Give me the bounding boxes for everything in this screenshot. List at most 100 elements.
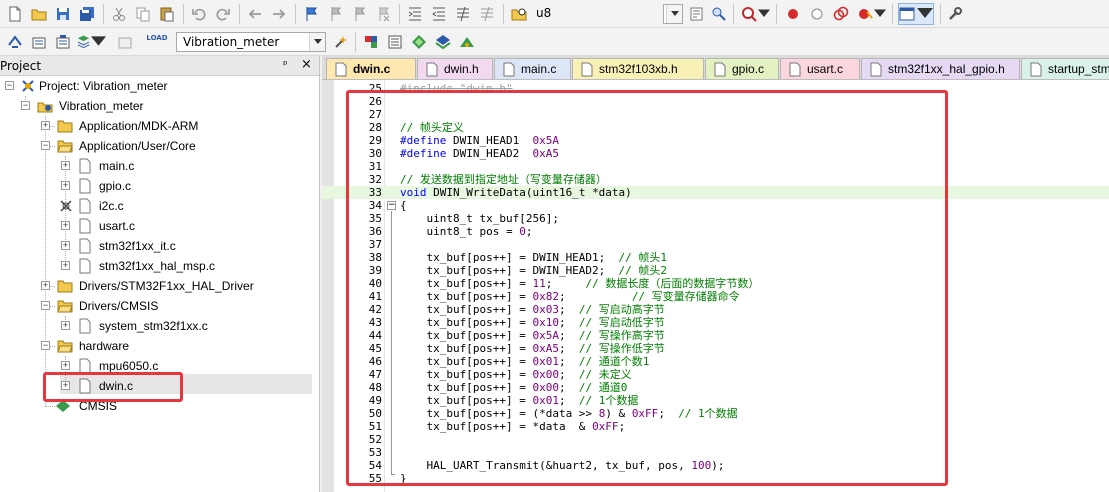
tree-component-cmsis[interactable]: CMSIS	[0, 396, 320, 416]
expand-icon[interactable]: +	[61, 261, 70, 270]
fold-collapse-icon[interactable]: −	[387, 201, 396, 210]
expand-icon[interactable]: +	[61, 241, 70, 250]
find-replace-icon[interactable]	[708, 3, 730, 25]
debug-session-icon[interactable]	[738, 3, 760, 25]
code-editor[interactable]: 25 #include "dwin.h" 26 27 28 // 帧头定义 29 #defin…	[322, 80, 1109, 492]
expand-icon[interactable]: +	[61, 361, 70, 370]
window-layout-icon[interactable]	[898, 3, 934, 25]
code-line[interactable]: 45 tx_buf[pos++] = 0xA5; // 写操作低字节	[322, 342, 1109, 355]
expand-icon[interactable]: +	[61, 161, 70, 170]
code-line[interactable]: 28 // 帧头定义	[322, 121, 1109, 134]
code-line[interactable]: 55}	[322, 472, 1109, 485]
find-in-files-icon[interactable]	[508, 3, 530, 25]
tree-group-hardware[interactable]: − hardware	[0, 336, 320, 356]
tab-usart-c[interactable]: usart.c	[780, 58, 860, 79]
copy-icon[interactable]	[132, 3, 154, 25]
run-time-environment-icon[interactable]	[456, 31, 478, 53]
tab-startup-stm32f10[interactable]: startup_stm32f10	[1021, 58, 1109, 79]
translate-icon[interactable]	[4, 31, 26, 53]
collapse-icon[interactable]: −	[41, 341, 50, 350]
stop-build-icon[interactable]	[114, 31, 136, 53]
code-line[interactable]: 53	[322, 446, 1109, 459]
code-line[interactable]: 30 #define DWIN_HEAD2 0xA5	[322, 147, 1109, 160]
breakpoint-dropdown-icon[interactable]	[874, 3, 886, 25]
select-packs-icon[interactable]	[408, 31, 430, 53]
open-folder-icon[interactable]	[28, 3, 50, 25]
options-for-target-icon[interactable]	[330, 31, 352, 53]
new-file-icon[interactable]	[4, 3, 26, 25]
undo-icon[interactable]	[188, 3, 210, 25]
code-line[interactable]: 25 #include "dwin.h"	[322, 82, 1109, 95]
manage-project-items-icon[interactable]	[384, 31, 406, 53]
redo-icon[interactable]	[212, 3, 234, 25]
tree-group-hal-driver[interactable]: + Drivers/STM32F1xx_HAL_Driver	[0, 276, 320, 296]
pack-installer-icon[interactable]	[432, 31, 454, 53]
code-line[interactable]: 34 {	[322, 199, 1109, 212]
code-line[interactable]: 54 HAL_UART_Transmit(&huart2, tx_buf, po…	[322, 459, 1109, 472]
tree-file-main-c[interactable]: + main.c	[0, 156, 320, 176]
pin-icon[interactable]: ᵖ	[283, 58, 288, 71]
code-line[interactable]: 47 tx_buf[pos++] = 0x00; // 未定义	[322, 368, 1109, 381]
code-line[interactable]: 38 tx_buf[pos++] = DWIN_HEAD1; // 帧头1	[322, 251, 1109, 264]
expand-icon[interactable]: +	[61, 181, 70, 190]
download-button[interactable]: LOAD	[144, 31, 170, 53]
close-icon[interactable]: ×	[301, 57, 312, 72]
code-line[interactable]: 49 tx_buf[pos++] = 0x01; // 1个数据	[322, 394, 1109, 407]
configure-icon[interactable]	[944, 3, 966, 25]
expand-icon[interactable]: +	[61, 381, 70, 390]
incremental-find-icon[interactable]	[686, 3, 708, 25]
tab-main-c[interactable]: main.c	[494, 58, 571, 79]
disable-breakpoints-icon[interactable]	[830, 3, 852, 25]
collapse-icon[interactable]: −	[21, 101, 30, 110]
tab-stm32f103xb-h[interactable]: stm32f103xb.h	[572, 58, 704, 79]
code-line[interactable]: 40 tx_buf[pos++] = 11; // 数据长度（后面的数据字节数）	[322, 277, 1109, 290]
batch-build-icon[interactable]	[76, 31, 106, 53]
bookmark-icon[interactable]	[300, 3, 322, 25]
expand-icon[interactable]: +	[61, 221, 70, 230]
tree-file-i2c-c[interactable]: i2c.c	[0, 196, 320, 216]
tab-dwin-h[interactable]: dwin.h	[417, 58, 493, 79]
navigate-back-icon[interactable]	[244, 3, 266, 25]
tree-file-gpio-c[interactable]: + gpio.c	[0, 176, 320, 196]
code-line[interactable]: 33 void DWIN_WriteData(uint16_t *data)	[322, 186, 1109, 199]
code-line[interactable]: 32 // 发送数据到指定地址（写变量存储器）	[322, 173, 1109, 186]
tab-dwin-c[interactable]: dwin.c	[326, 58, 416, 79]
tree-file-dwin-c[interactable]: + dwin.c	[0, 376, 320, 396]
bookmark-clear-icon[interactable]	[372, 3, 394, 25]
code-line[interactable]: 43 tx_buf[pos++] = 0x10; // 写启动低字节	[322, 316, 1109, 329]
cut-icon[interactable]	[108, 3, 130, 25]
code-line[interactable]: 41 tx_buf[pos++] = 0x82; // 写变量存储器命令	[322, 290, 1109, 303]
tree-file-usart-c[interactable]: + usart.c	[0, 216, 320, 236]
code-line[interactable]: 51 tx_buf[pos++] = *data & 0xFF;	[322, 420, 1109, 433]
enable-breakpoint-icon[interactable]	[806, 3, 828, 25]
collapse-icon[interactable]: −	[41, 301, 50, 310]
code-line[interactable]: 39 tx_buf[pos++] = DWIN_HEAD2; // 帧头2	[322, 264, 1109, 277]
expand-icon[interactable]: +	[61, 321, 70, 330]
kill-breakpoints-icon[interactable]	[854, 3, 876, 25]
build-icon[interactable]	[28, 31, 50, 53]
code-line[interactable]: 44 tx_buf[pos++] = 0x5A; // 写操作高字节	[322, 329, 1109, 342]
tree-file-hal-msp-c[interactable]: + stm32f1xx_hal_msp.c	[0, 256, 320, 276]
code-line[interactable]: 46 tx_buf[pos++] = 0x01; // 通道个数1	[322, 355, 1109, 368]
code-line[interactable]: 31	[322, 160, 1109, 173]
tree-group-drivers-cmsis[interactable]: − Drivers/CMSIS	[0, 296, 320, 316]
tree-file-mpu6050-c[interactable]: + mpu6050.c	[0, 356, 320, 376]
file-extensions-icon[interactable]	[360, 31, 382, 53]
paste-icon[interactable]	[156, 3, 178, 25]
tab-stm32f1xx-hal-gpio-h[interactable]: stm32f1xx_hal_gpio.h	[861, 58, 1020, 79]
insert-breakpoint-icon[interactable]	[782, 3, 804, 25]
find-dropdown[interactable]	[663, 4, 683, 24]
save-all-icon[interactable]	[76, 3, 98, 25]
code-line[interactable]: 27	[322, 108, 1109, 121]
tree-project-root[interactable]: − Project: Vibration_meter	[0, 76, 320, 96]
code-line[interactable]: 42 tx_buf[pos++] = 0x03; // 写启动高字节	[322, 303, 1109, 316]
unindent-icon[interactable]	[428, 3, 450, 25]
code-line[interactable]: 37	[322, 238, 1109, 251]
save-icon[interactable]	[52, 3, 74, 25]
indent-icon[interactable]	[404, 3, 426, 25]
tree-file-system-c[interactable]: + system_stm32f1xx.c	[0, 316, 320, 336]
tree-target[interactable]: − Vibration_meter	[0, 96, 320, 116]
tree-group-user-core[interactable]: − Application/User/Core	[0, 136, 320, 156]
code-line[interactable]: 29 #define DWIN_HEAD1 0x5A	[322, 134, 1109, 147]
expand-icon[interactable]: +	[41, 121, 50, 130]
